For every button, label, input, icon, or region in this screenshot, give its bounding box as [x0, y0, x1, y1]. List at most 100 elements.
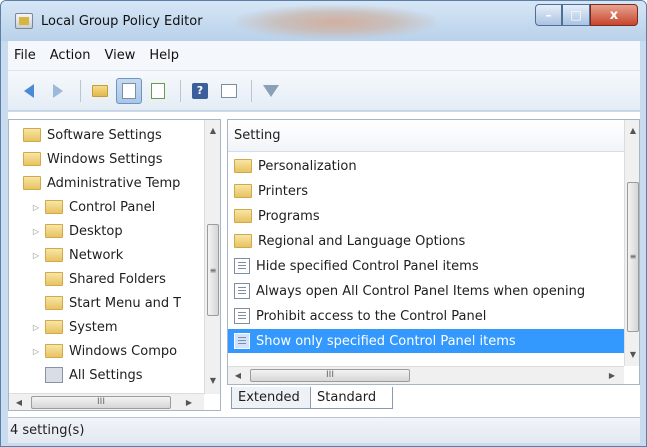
- filter-button[interactable]: [258, 78, 284, 104]
- menu-view[interactable]: View: [104, 48, 135, 63]
- tree-item-control-panel[interactable]: ▷ Control Panel: [31, 196, 220, 218]
- tree-vertical-scrollbar[interactable]: ▲ ≡ ▼: [204, 120, 220, 394]
- list-item-show-only-specified[interactable]: Show only specified Control Panel items: [228, 329, 624, 353]
- folder-icon: [234, 209, 252, 223]
- tree-item-windows-components[interactable]: ▷ Windows Compo: [31, 340, 197, 362]
- list-vertical-scrollbar[interactable]: ▲ ≡ ▼: [624, 120, 639, 366]
- properties-icon: [221, 83, 237, 98]
- status-text: 4 setting(s): [10, 423, 85, 438]
- tab-standard[interactable]: Standard: [311, 387, 393, 409]
- tree-item-start-menu[interactable]: Start Menu and T: [45, 292, 195, 314]
- folder-icon: [45, 272, 63, 286]
- menu-action[interactable]: Action: [50, 48, 91, 63]
- folder-icon: [234, 184, 252, 198]
- scrollbar-thumb[interactable]: III: [31, 396, 171, 409]
- toolbar-separator: [180, 79, 181, 102]
- scroll-right-arrow-icon[interactable]: ▶: [181, 394, 197, 410]
- folder-icon: [45, 200, 63, 214]
- list-item-printers[interactable]: Printers: [228, 179, 624, 203]
- menu-help[interactable]: Help: [149, 48, 179, 63]
- folder-icon: [23, 128, 41, 142]
- folder-icon: [234, 159, 252, 173]
- list-item-programs[interactable]: Programs: [228, 204, 624, 228]
- expand-arrow-icon[interactable]: ▷: [31, 323, 41, 332]
- export-list-button[interactable]: [145, 78, 171, 104]
- tree-item-software-settings[interactable]: Software Settings: [23, 124, 220, 146]
- tree-item-desktop[interactable]: ▷ Desktop: [31, 220, 220, 242]
- window-title: Local Group Policy Editor: [41, 14, 203, 29]
- tree-pane[interactable]: Software Settings Windows Settings Admin…: [8, 119, 221, 411]
- scroll-left-arrow-icon[interactable]: ◀: [11, 394, 27, 410]
- tree-item-all-settings[interactable]: All Settings: [45, 364, 220, 386]
- column-header-setting[interactable]: Setting: [228, 120, 624, 152]
- help-icon: ?: [192, 82, 208, 99]
- folder-icon: [45, 320, 63, 334]
- folder-icon: [234, 234, 252, 248]
- tree-item-administrative-templates[interactable]: Administrative Temp: [23, 172, 203, 194]
- maximize-button[interactable]: □: [562, 4, 590, 26]
- view-tabs: Extended Standard: [227, 385, 640, 411]
- group-policy-app-icon: [15, 13, 33, 29]
- list-item-prohibit-access[interactable]: Prohibit access to the Control Panel: [228, 304, 624, 328]
- folder-icon: [23, 176, 41, 190]
- scrollbar-grip: ≡: [209, 265, 217, 275]
- help-button[interactable]: ?: [187, 78, 213, 104]
- scroll-up-arrow-icon[interactable]: ▲: [205, 122, 220, 138]
- main-window: Local Group Policy Editor – □ x File Act…: [0, 0, 647, 447]
- forward-icon: [53, 83, 63, 98]
- back-icon: [24, 83, 34, 98]
- folder-icon: [45, 296, 63, 310]
- tree-item-network[interactable]: ▷ Network: [31, 244, 220, 266]
- folder-icon: [23, 152, 41, 166]
- back-button[interactable]: [16, 78, 42, 104]
- scrollbar-thumb[interactable]: III: [250, 369, 410, 382]
- scrollbar-grip: ≡: [629, 251, 637, 261]
- policy-setting-icon: [234, 283, 250, 299]
- close-button[interactable]: x: [590, 4, 638, 26]
- up-one-level-button[interactable]: [87, 78, 113, 104]
- list-item-personalization[interactable]: Personalization: [228, 154, 624, 178]
- show-hide-tree-button[interactable]: [116, 77, 142, 104]
- list-item-always-open-all-items[interactable]: Always open All Control Panel Items when…: [228, 279, 624, 303]
- toolbar-separator: [80, 79, 81, 102]
- scroll-up-arrow-icon[interactable]: ▲: [625, 122, 639, 138]
- show-hide-tree-icon: [122, 82, 136, 99]
- tree-horizontal-scrollbar[interactable]: ◀ III ▶: [9, 393, 204, 410]
- folder-icon: [45, 248, 63, 262]
- title-bar[interactable]: Local Group Policy Editor – □ x: [1, 1, 646, 41]
- properties-button[interactable]: [216, 78, 242, 104]
- status-bar: 4 setting(s): [8, 417, 640, 443]
- scroll-right-arrow-icon[interactable]: ▶: [604, 367, 620, 384]
- expand-arrow-icon[interactable]: ▷: [31, 227, 41, 236]
- scroll-down-arrow-icon[interactable]: ▼: [205, 372, 220, 388]
- menu-bar: File Action View Help: [8, 41, 640, 71]
- list-item-regional-language[interactable]: Regional and Language Options: [228, 229, 624, 253]
- caption-buttons: – □ x: [535, 4, 638, 26]
- forward-button[interactable]: [45, 78, 71, 104]
- list-horizontal-scrollbar[interactable]: ◀ III ▶: [228, 366, 624, 384]
- tree-item-shared-folders[interactable]: Shared Folders: [45, 268, 220, 290]
- list-item-hide-specified-items[interactable]: Hide specified Control Panel items: [228, 254, 624, 278]
- policy-setting-icon: [234, 308, 250, 324]
- up-folder-icon: [92, 84, 108, 97]
- tab-extended[interactable]: Extended: [231, 387, 311, 409]
- tree-item-windows-settings[interactable]: Windows Settings: [23, 148, 220, 170]
- minimize-button[interactable]: –: [535, 4, 562, 26]
- menu-file[interactable]: File: [14, 48, 36, 63]
- export-list-icon: [151, 82, 165, 99]
- scroll-left-arrow-icon[interactable]: ◀: [230, 367, 246, 384]
- expand-arrow-icon[interactable]: ▷: [31, 251, 41, 260]
- toolbar-separator: [251, 79, 252, 102]
- tree-item-system[interactable]: ▷ System: [31, 316, 220, 338]
- policy-setting-icon: [234, 258, 250, 274]
- folder-icon: [45, 224, 63, 238]
- policy-setting-icon: [234, 333, 250, 349]
- all-settings-icon: [45, 367, 63, 383]
- settings-list-pane[interactable]: Setting Personalization Printers Program…: [227, 119, 640, 385]
- filter-icon: [263, 84, 279, 97]
- expand-arrow-icon[interactable]: ▷: [31, 203, 41, 212]
- scroll-down-arrow-icon[interactable]: ▼: [625, 346, 639, 362]
- folder-icon: [45, 344, 63, 358]
- toolbar: ?: [8, 71, 640, 111]
- expand-arrow-icon[interactable]: ▷: [31, 347, 41, 356]
